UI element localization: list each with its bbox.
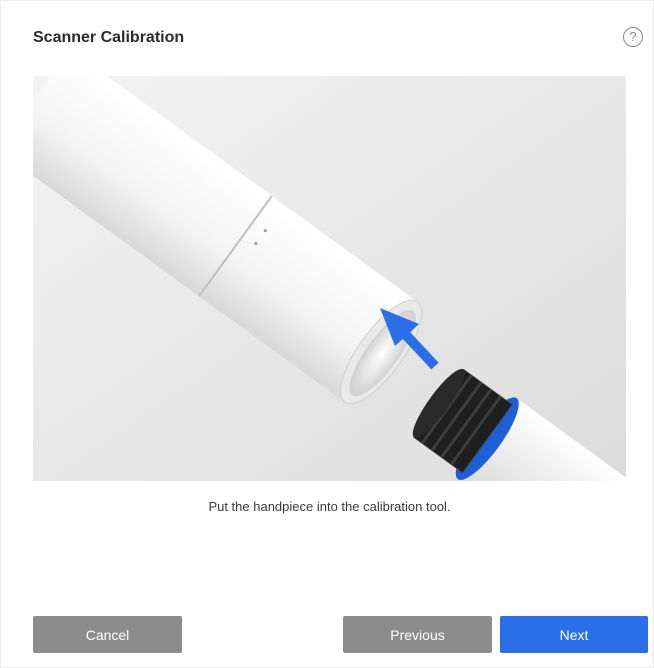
- previous-button[interactable]: Previous: [343, 616, 492, 653]
- next-button[interactable]: Next: [500, 616, 648, 653]
- help-question-icon[interactable]: ?: [623, 27, 643, 47]
- handpiece-calibration-image: [33, 76, 626, 481]
- instruction-text: Put the handpiece into the calibration t…: [208, 499, 451, 514]
- dialog-title: Scanner Calibration: [33, 29, 185, 46]
- scanner-calibration-dialog: Scanner Calibration ? Put the handpiece …: [0, 0, 654, 668]
- cancel-button[interactable]: Cancel: [33, 616, 182, 653]
- calibration-illustration: [33, 76, 626, 481]
